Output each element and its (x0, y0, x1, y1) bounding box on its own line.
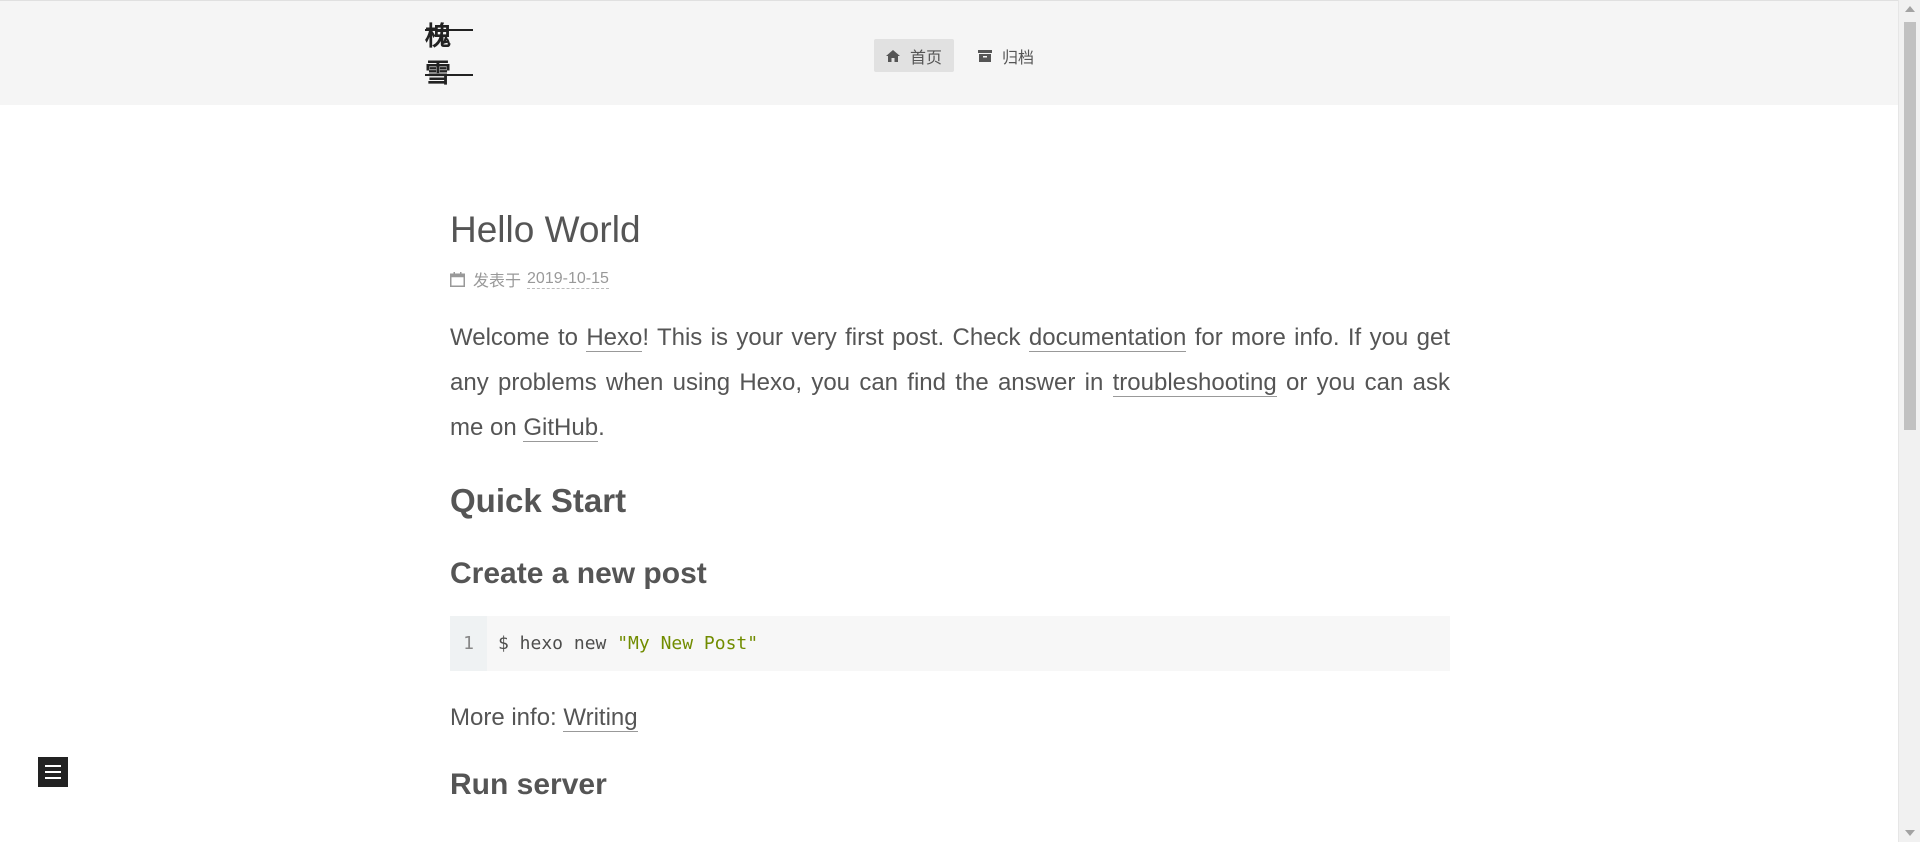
nav-item-archive[interactable]: 归档 (966, 39, 1046, 72)
code-block: 1 $ hexo new "My New Post" (450, 616, 1450, 671)
documentation-link[interactable]: documentation (1028, 324, 1187, 352)
post-meta: 发表于 2019-10-15 (450, 267, 1450, 291)
nav-item-home[interactable]: 首页 (874, 39, 955, 72)
menu-icon-bar (45, 771, 61, 773)
intro-text: Welcome to (450, 324, 587, 351)
page-scrollbar[interactable] (1898, 0, 1920, 842)
more-info: More info: Writing (450, 701, 1450, 735)
code-command: $ hexo new (498, 633, 618, 654)
create-post-heading: Create a new post (450, 557, 707, 590)
sidebar-toggle-button[interactable] (38, 757, 68, 787)
intro-paragraph: Welcome to Hexo! This is your very first… (450, 315, 1450, 450)
archive-icon (978, 49, 993, 62)
intro-text: . (598, 414, 605, 441)
nav-item-label: 首页 (910, 49, 943, 67)
github-link[interactable]: GitHub (523, 414, 599, 442)
scroll-down-arrow-icon[interactable] (1905, 830, 1915, 836)
menu-icon-bar (45, 765, 61, 767)
code-line: $ hexo new "My New Post" (487, 616, 758, 671)
code-line-number: 1 (450, 616, 487, 671)
site-brand-text: 槐雪 (425, 21, 451, 89)
scroll-thumb[interactable] (1904, 22, 1916, 430)
scroll-up-arrow-icon[interactable] (1905, 6, 1915, 12)
post-title[interactable]: Hello World (450, 205, 1450, 255)
writing-link[interactable]: Writing (563, 704, 638, 732)
calendar-icon (450, 271, 465, 287)
post-date: 2019-10-15 (527, 269, 609, 289)
site-header: 槐雪 首页 归档 (0, 0, 1898, 105)
menu-icon-bar (45, 777, 61, 779)
home-icon (886, 49, 900, 62)
post-meta-label: 发表于 (473, 273, 522, 290)
site-brand-logo[interactable]: 槐雪 (425, 22, 473, 89)
code-string: "My New Post" (617, 633, 759, 654)
quick-start-heading: Quick Start (450, 482, 627, 519)
post-content: Hello World 发表于 2019-10-15 Welcome to He… (450, 205, 1450, 805)
nav-item-label: 归档 (1002, 49, 1035, 67)
troubleshooting-link[interactable]: troubleshooting (1112, 369, 1277, 397)
run-server-heading: Run server (450, 768, 607, 801)
intro-text: ! This is your very first post. Check (642, 324, 1029, 351)
hexo-link[interactable]: Hexo (586, 324, 643, 352)
main-nav: 首页 归档 (874, 39, 1046, 72)
more-info-label: More info: (450, 704, 564, 731)
